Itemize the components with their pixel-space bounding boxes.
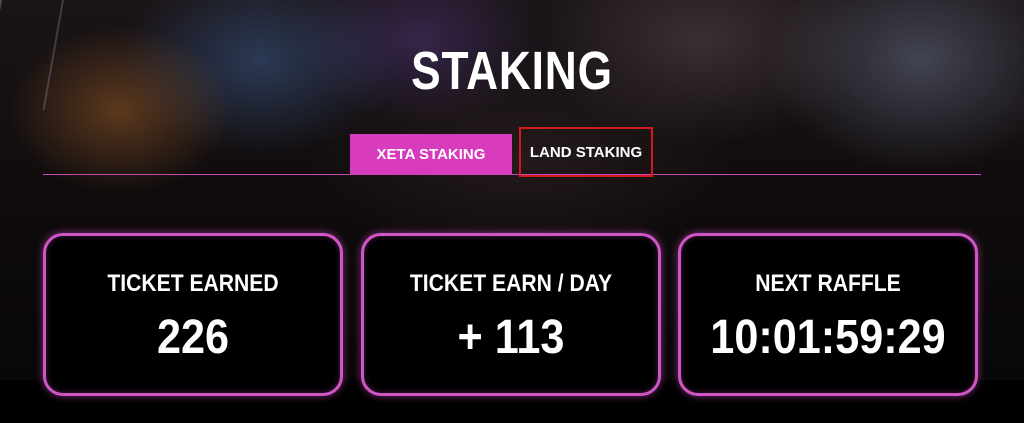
stat-card-next-raffle: NEXT RAFFLE 10:01:59:29 — [678, 233, 978, 396]
stat-card-ticket-earn-per-day: TICKET EARN / DAY + 113 — [361, 233, 661, 396]
stat-label: NEXT RAFFLE — [755, 270, 901, 297]
stat-value: + 113 — [457, 311, 565, 364]
stat-value: 226 — [156, 311, 230, 364]
stat-value: 10:01:59:29 — [710, 311, 946, 364]
stat-card-ticket-earned: TICKET EARNED 226 — [43, 233, 343, 396]
stat-label: TICKET EARN / DAY — [409, 270, 613, 297]
tab-xeta-staking[interactable]: XETA STAKING — [350, 134, 512, 174]
stage-truss — [0, 0, 64, 110]
staking-tabs: XETA STAKING LAND STAKING — [43, 127, 981, 177]
page-title: STAKING — [411, 41, 613, 101]
tab-land-staking[interactable]: LAND STAKING — [519, 127, 653, 177]
stat-label: TICKET EARNED — [107, 270, 279, 297]
